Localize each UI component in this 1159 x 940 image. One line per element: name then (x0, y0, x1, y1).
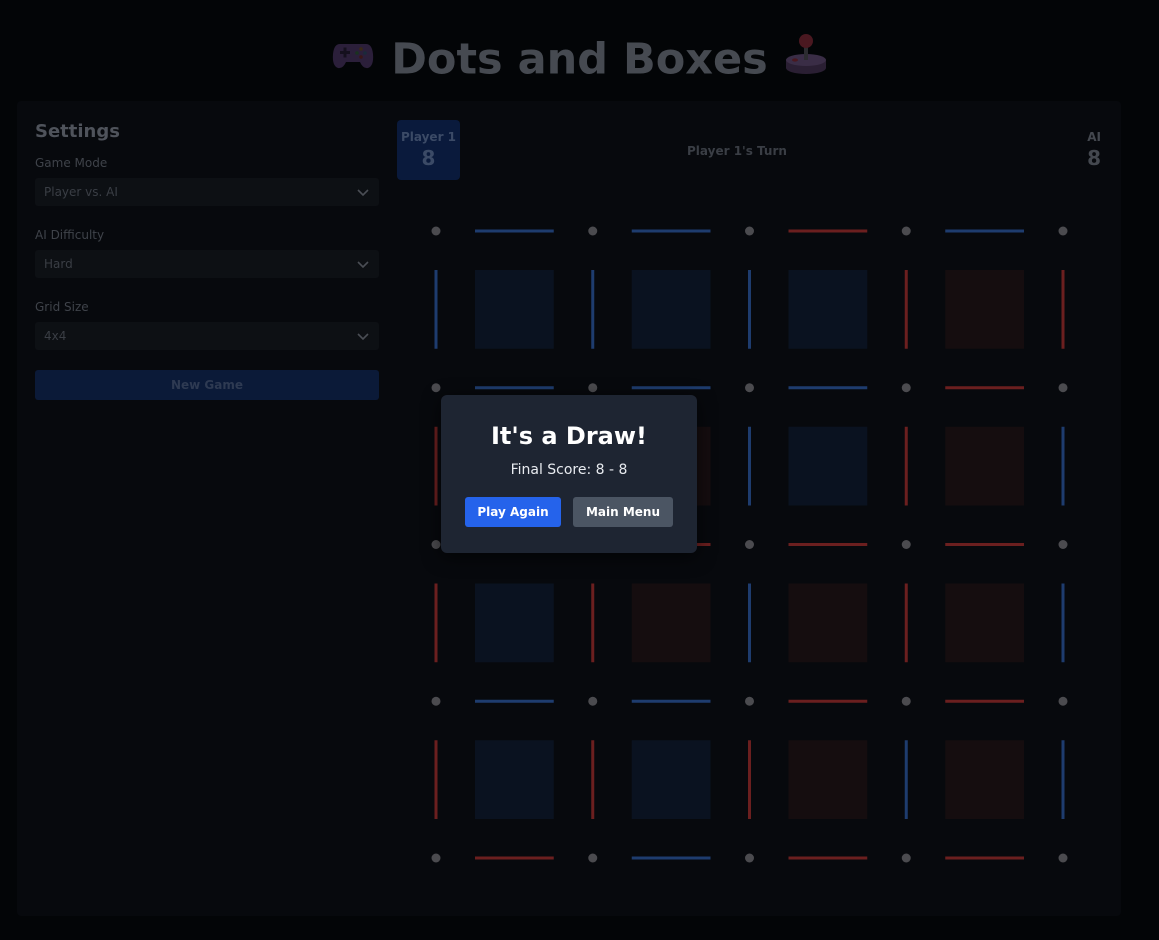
ai-difficulty-label: AI Difficulty (35, 228, 105, 242)
grid-size-select[interactable]: 4x4 (35, 322, 379, 350)
game-mode-label: Game Mode (35, 156, 108, 170)
modal-buttons: Play Again Main Menu (441, 497, 697, 527)
settings-heading: Settings (35, 121, 120, 142)
main-menu-button[interactable]: Main Menu (573, 497, 673, 527)
ai-score-card: AI 8 (1051, 120, 1101, 170)
settings-panel: Settings Game Mode Player vs. AI AI Diff… (35, 121, 379, 400)
ai-name: AI (1087, 130, 1101, 144)
player1-name: Player 1 (400, 130, 457, 144)
app: Dots and Boxes Settings Game Mode Player… (0, 0, 1159, 940)
modal-title: It's a Draw! (490, 422, 647, 450)
ai-difficulty-select[interactable]: Hard (35, 250, 379, 278)
scoreboard: Player 1 8 Player 1's Turn AI 8 (397, 120, 1101, 180)
game-mode-value: Player vs. AI (44, 185, 118, 199)
final-score: Final Score: 8 - 8 (510, 462, 628, 478)
game-over-modal: It's a Draw! Final Score: 8 - 8 Play Aga… (441, 395, 697, 553)
new-game-button[interactable]: New Game (35, 370, 379, 400)
play-again-button[interactable]: Play Again (465, 497, 561, 527)
ai-score: 8 (1087, 146, 1101, 170)
joystick-icon (783, 32, 829, 87)
player1-score-card: Player 1 8 (397, 120, 460, 180)
grid-size-label: Grid Size (35, 300, 89, 314)
game-mode-select[interactable]: Player vs. AI (35, 178, 379, 206)
turn-indicator: Player 1's Turn (687, 144, 787, 158)
title-text: Dots and Boxes (391, 34, 768, 85)
grid-size-value: 4x4 (44, 329, 67, 343)
chevron-down-icon (357, 333, 369, 341)
page-title: Dots and Boxes (0, 32, 1159, 87)
game-controller-icon (330, 34, 376, 85)
chevron-down-icon (357, 189, 369, 197)
player1-score: 8 (421, 146, 436, 170)
ai-difficulty-value: Hard (44, 257, 73, 271)
chevron-down-icon (357, 261, 369, 269)
